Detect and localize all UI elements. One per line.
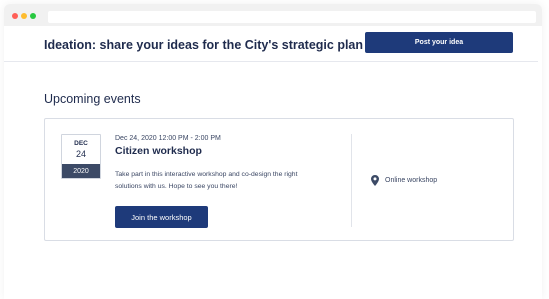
page-title: Ideation: share your ideas for the City'… [44, 38, 364, 52]
location-label: Online workshop [385, 177, 438, 184]
badge-day: 24 [75, 149, 86, 159]
badge-year: 2020 [62, 164, 100, 178]
event-location: Online workshop [371, 175, 437, 186]
minimize-window-dot[interactable] [21, 13, 27, 19]
post-idea-button[interactable]: Post your idea [365, 32, 513, 53]
event-datetime: Dec 24, 2020 12:00 PM - 2:00 PM [115, 135, 221, 142]
event-card: DEC 24 2020 Dec 24, 2020 12:00 PM - 2:00… [44, 118, 514, 241]
maximize-window-dot[interactable] [30, 13, 36, 19]
date-badge: DEC 24 2020 [61, 134, 101, 179]
badge-month: DEC [74, 140, 88, 147]
browser-titlebar [4, 4, 542, 26]
page-header: Ideation: share your ideas for the City'… [4, 26, 538, 62]
card-divider [351, 134, 352, 227]
close-window-dot[interactable] [12, 13, 18, 19]
join-workshop-button[interactable]: Join the workshop [115, 206, 208, 228]
map-pin-icon [371, 175, 379, 186]
event-description: Take part in this interactive workshop a… [115, 171, 298, 190]
page-content: Ideation: share your ideas for the City'… [4, 26, 538, 295]
section-title: Upcoming events [44, 92, 141, 106]
address-bar[interactable] [48, 11, 536, 23]
event-title: Citizen workshop [115, 145, 202, 157]
